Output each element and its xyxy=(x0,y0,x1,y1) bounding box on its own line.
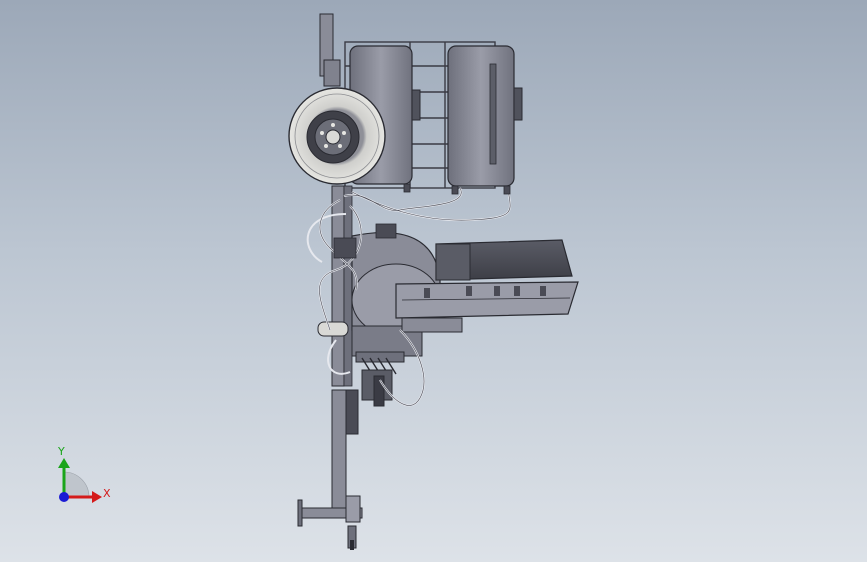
y-axis-label: Y xyxy=(57,445,65,458)
spare-wheel xyxy=(288,87,386,185)
x-axis-label: X xyxy=(103,487,111,500)
top-post xyxy=(319,13,341,87)
cad-model-view[interactable]: Y X xyxy=(0,0,867,562)
right-tank xyxy=(447,45,523,187)
main-column xyxy=(331,185,353,387)
extension-beam xyxy=(395,281,579,333)
upper-beam xyxy=(435,239,573,281)
lower-boom xyxy=(297,389,363,550)
cad-viewport[interactable]: Y X xyxy=(0,0,867,562)
axis-triad: Y X xyxy=(57,445,111,503)
